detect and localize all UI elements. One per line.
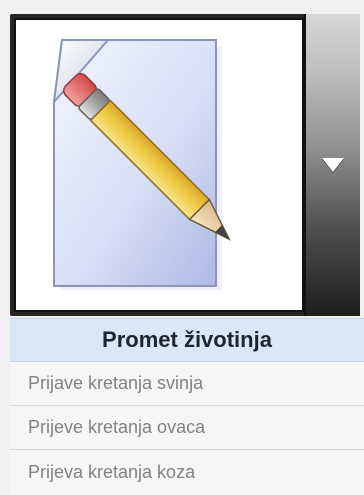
menu-title: Promet životinja bbox=[10, 318, 364, 362]
document-edit-widget[interactable] bbox=[10, 14, 360, 316]
dropdown-toggle[interactable] bbox=[304, 14, 360, 316]
document-edit-icon bbox=[52, 39, 231, 290]
document-edit-icon-tile[interactable] bbox=[14, 18, 304, 312]
menu-item-sheep-movement[interactable]: Prijeve kretanja ovaca bbox=[10, 406, 364, 450]
chevron-down-icon bbox=[322, 158, 344, 172]
animal-movement-menu: Promet životinja Prijave kretanja svinja… bbox=[10, 318, 364, 495]
menu-item-goat-movement[interactable]: Prijeva kretanja koza bbox=[10, 450, 364, 494]
menu-item-pig-movement[interactable]: Prijave kretanja svinja bbox=[10, 362, 364, 406]
